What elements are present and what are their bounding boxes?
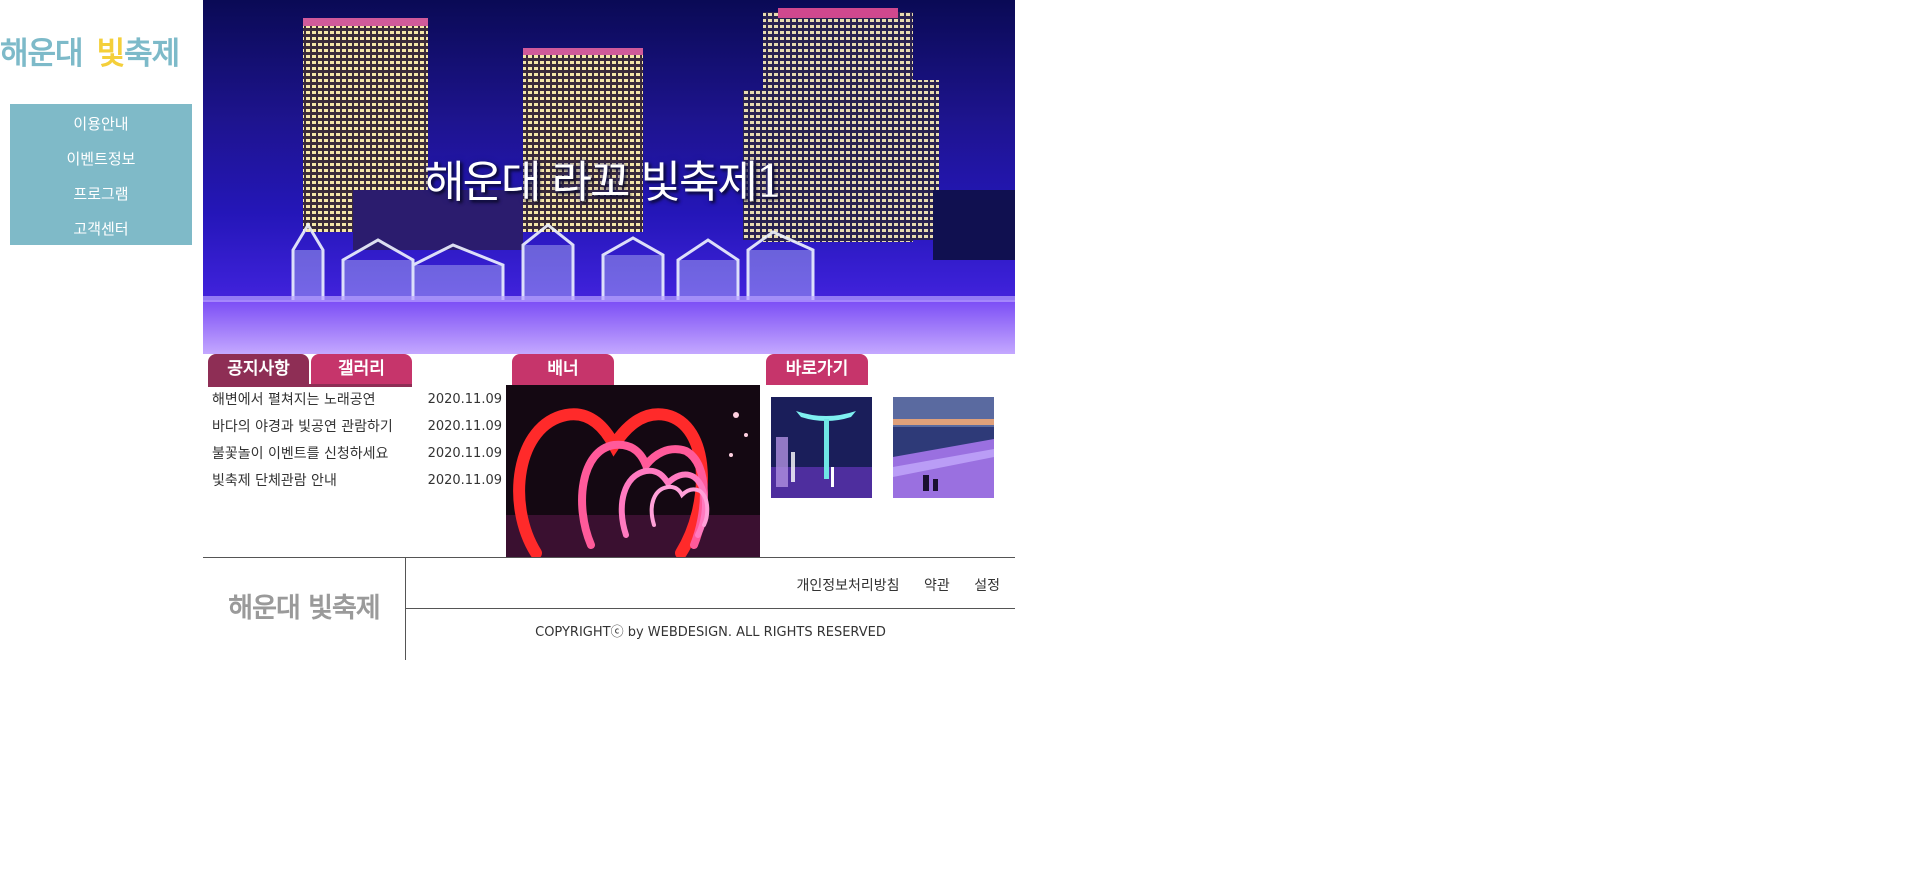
nav-item-customer-center[interactable]: 고객센터 (10, 212, 192, 247)
site-logo[interactable]: 해운대 빛 축제 (0, 24, 200, 76)
nav-item-event-info[interactable]: 이벤트정보 (10, 142, 192, 177)
notice-date: 2020.11.09 (427, 392, 502, 407)
notice-item[interactable]: 불꽃놀이 이벤트를 신청하세요 2020.11.09 (212, 442, 502, 469)
footer-divider (203, 557, 1015, 558)
nav-item-guide[interactable]: 이용안내 (10, 107, 192, 142)
notice-list: 해변에서 펼쳐지는 노래공연 2020.11.09 바다의 야경과 빛공연 관람… (212, 388, 502, 496)
nav-item-program[interactable]: 프로그램 (10, 177, 192, 212)
tab-underline (208, 384, 412, 387)
banner-heading: 배너 (512, 354, 614, 385)
banner-image[interactable] (506, 385, 760, 558)
shortcut-thumb-beach[interactable] (893, 397, 994, 498)
notice-title[interactable]: 빛축제 단체관람 안내 (212, 473, 337, 489)
tab-gallery[interactable]: 갤러리 (311, 354, 412, 385)
footer-link-settings[interactable]: 설정 (974, 578, 1000, 594)
logo-text-part3: 축제 (124, 35, 180, 72)
notice-title[interactable]: 해변에서 펼쳐지는 노래공연 (212, 392, 375, 408)
heart-arch-image (506, 385, 760, 558)
page: 해운대 빛 축제 이용안내 이벤트정보 프로그램 고객센터 해운대 라꼬 빛축제… (0, 0, 1920, 880)
shortcut-heading: 바로가기 (766, 354, 868, 385)
logo-text-part2: 빛 (96, 35, 126, 72)
copyright-text: COPYRIGHTⓒ by WEBDESIGN. ALL RIGHTS RESE… (535, 625, 886, 640)
footer-vertical-divider (405, 558, 406, 660)
hero-title: 해운대 라꼬 빛축제1 (424, 157, 784, 208)
logo-text-part1: 해운대 (0, 35, 84, 72)
footer-logo: 해운대 빛축제 (228, 593, 380, 624)
hero-slide: 해운대 라꼬 빛축제1 (203, 0, 1015, 354)
footer-middle-divider (406, 608, 1015, 609)
notice-date: 2020.11.09 (427, 473, 502, 488)
tab-notice[interactable]: 공지사항 (208, 354, 309, 385)
footer-link-terms[interactable]: 약관 (924, 578, 950, 594)
notice-item[interactable]: 빛축제 단체관람 안내 2020.11.09 (212, 469, 502, 496)
main-nav: 이용안내 이벤트정보 프로그램 고객센터 (10, 104, 192, 245)
footer-link-privacy[interactable]: 개인정보처리방침 (797, 578, 900, 594)
shortcut-thumb-tower[interactable] (771, 397, 872, 498)
notice-date: 2020.11.09 (427, 446, 502, 461)
notice-title[interactable]: 불꽃놀이 이벤트를 신청하세요 (212, 446, 388, 462)
beach-night-image (893, 397, 994, 498)
footer-links: 개인정보처리방침 약관 설정 (777, 575, 1000, 595)
notice-title[interactable]: 바다의 야경과 빛공연 관람하기 (212, 419, 393, 435)
notice-date: 2020.11.09 (427, 419, 502, 434)
notice-item[interactable]: 해변에서 펼쳐지는 노래공연 2020.11.09 (212, 388, 502, 415)
light-tower-image (771, 397, 872, 498)
notice-item[interactable]: 바다의 야경과 빛공연 관람하기 2020.11.09 (212, 415, 502, 442)
